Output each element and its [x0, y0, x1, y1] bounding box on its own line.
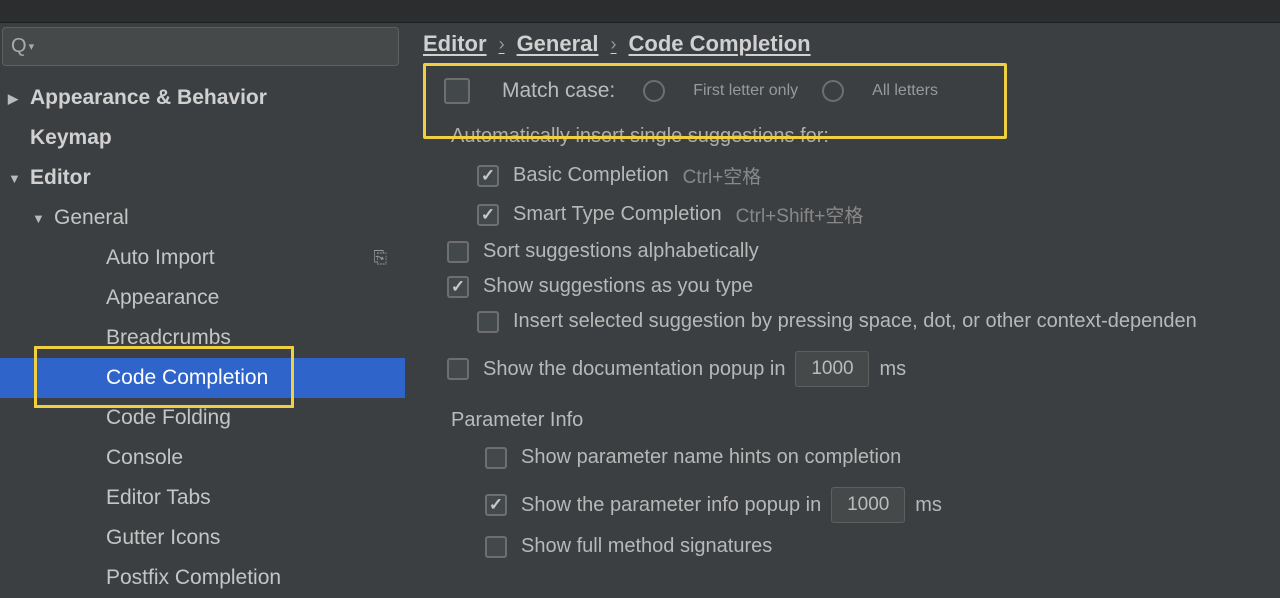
sidebar-item-label: Auto Import	[106, 246, 215, 270]
chevron-down-icon[interactable]	[32, 210, 54, 227]
show-suggestions-row: Show suggestions as you type	[429, 275, 1280, 298]
show-suggestions-label: Show suggestions as you type	[483, 275, 753, 298]
sort-suggestions-row: Sort suggestions alphabetically	[429, 240, 1280, 263]
sidebar-item-appearance-behavior[interactable]: Appearance & Behavior	[0, 78, 405, 118]
sidebar-item-label: Code Folding	[106, 406, 231, 430]
sidebar-item-editor[interactable]: Editor	[0, 158, 405, 198]
basic-completion-checkbox[interactable]	[477, 165, 499, 187]
sort-suggestions-label: Sort suggestions alphabetically	[483, 240, 759, 263]
match-case-checkbox[interactable]	[444, 78, 470, 104]
param-hints-label: Show parameter name hints on completion	[521, 446, 901, 469]
sidebar-item-code-completion[interactable]: Code Completion	[0, 358, 405, 398]
chevron-down-icon[interactable]	[8, 170, 30, 187]
param-hints-row: Show parameter name hints on completion	[429, 446, 1280, 469]
full-signatures-checkbox[interactable]	[485, 536, 507, 558]
chevron-right-icon: ›	[611, 34, 617, 55]
first-letter-label: First letter only	[693, 82, 798, 100]
sidebar-item-appearance[interactable]: Appearance	[0, 278, 405, 318]
sidebar-item-label: Keymap	[30, 126, 112, 150]
sidebar-item-label: Postfix Completion	[106, 566, 281, 590]
parameter-info-header: Parameter Info	[429, 409, 1280, 432]
project-icon: ⎘	[373, 248, 387, 268]
sidebar-item-label: Editor	[30, 166, 91, 190]
param-popup-checkbox[interactable]	[485, 494, 507, 516]
search-dropdown-icon[interactable]: ▾	[29, 40, 35, 53]
sidebar-item-console[interactable]: Console	[0, 438, 405, 478]
sidebar-item-label: Editor Tabs	[106, 486, 211, 510]
doc-popup-value[interactable]: 1000	[795, 351, 869, 387]
settings-content: Editor › General › Code Completion Match…	[405, 23, 1280, 598]
all-letters-radio[interactable]	[822, 80, 844, 102]
sidebar-item-label: Appearance & Behavior	[30, 86, 267, 110]
sidebar-item-postfix-completion[interactable]: Postfix Completion	[0, 558, 405, 598]
match-case-highlight: Match case: First letter only All letter…	[423, 63, 1007, 139]
sidebar-item-label: Appearance	[106, 286, 219, 310]
param-popup-ms: ms	[915, 494, 942, 517]
sidebar-item-label: Breadcrumbs	[106, 326, 231, 350]
sidebar-item-label: General	[54, 206, 129, 230]
param-popup-value[interactable]: 1000	[831, 487, 905, 523]
smart-completion-label: Smart Type Completion	[513, 203, 722, 226]
first-letter-radio[interactable]	[643, 80, 665, 102]
breadcrumb: Editor › General › Code Completion	[405, 31, 1280, 57]
breadcrumb-general[interactable]: General	[517, 31, 599, 57]
sidebar-item-general[interactable]: General	[0, 198, 405, 238]
doc-popup-row: Show the documentation popup in 1000 ms	[429, 351, 1280, 387]
sidebar-item-gutter-icons[interactable]: Gutter Icons	[0, 518, 405, 558]
breadcrumb-code-completion[interactable]: Code Completion	[629, 31, 811, 57]
insert-selected-row: Insert selected suggestion by pressing s…	[429, 310, 1280, 333]
insert-selected-label: Insert selected suggestion by pressing s…	[513, 310, 1197, 333]
basic-completion-row: Basic Completion Ctrl+空格	[429, 162, 1280, 189]
basic-completion-label: Basic Completion	[513, 164, 669, 187]
param-hints-checkbox[interactable]	[485, 447, 507, 469]
sidebar-item-editor-tabs[interactable]: Editor Tabs	[0, 478, 405, 518]
doc-popup-checkbox[interactable]	[447, 358, 469, 380]
title-bar	[0, 0, 1280, 23]
smart-completion-shortcut: Ctrl+Shift+空格	[736, 201, 864, 228]
sidebar-item-label: Gutter Icons	[106, 526, 220, 550]
param-popup-label: Show the parameter info popup in	[521, 494, 821, 517]
settings-tree: Appearance & Behavior Keymap Editor General…	[0, 74, 405, 598]
breadcrumb-editor[interactable]: Editor	[423, 31, 487, 57]
show-suggestions-checkbox[interactable]	[447, 276, 469, 298]
search-input[interactable]: Q ▾	[2, 27, 399, 66]
sidebar-item-label: Code Completion	[106, 366, 268, 390]
search-icon: Q	[11, 35, 27, 58]
chevron-right-icon[interactable]	[8, 90, 30, 107]
sidebar-item-keymap[interactable]: Keymap	[0, 118, 405, 158]
sidebar-item-breadcrumbs[interactable]: Breadcrumbs	[0, 318, 405, 358]
settings-sidebar: Q ▾ Appearance & Behavior Keymap Editor Gen…	[0, 23, 405, 598]
chevron-right-icon: ›	[499, 34, 505, 55]
match-case-label: Match case:	[502, 79, 615, 103]
full-signatures-label: Show full method signatures	[521, 535, 772, 558]
full-signatures-row: Show full method signatures	[429, 535, 1280, 558]
sort-suggestions-checkbox[interactable]	[447, 241, 469, 263]
all-letters-label: All letters	[872, 82, 938, 100]
doc-popup-label: Show the documentation popup in	[483, 358, 785, 381]
smart-completion-row: Smart Type Completion Ctrl+Shift+空格	[429, 201, 1280, 228]
sidebar-item-code-folding[interactable]: Code Folding	[0, 398, 405, 438]
param-popup-row: Show the parameter info popup in 1000 ms	[429, 487, 1280, 523]
basic-completion-shortcut: Ctrl+空格	[683, 162, 762, 189]
doc-popup-ms: ms	[879, 358, 906, 381]
smart-completion-checkbox[interactable]	[477, 204, 499, 226]
insert-selected-checkbox[interactable]	[477, 311, 499, 333]
sidebar-item-auto-import[interactable]: Auto Import ⎘	[0, 238, 405, 278]
sidebar-item-label: Console	[106, 446, 183, 470]
